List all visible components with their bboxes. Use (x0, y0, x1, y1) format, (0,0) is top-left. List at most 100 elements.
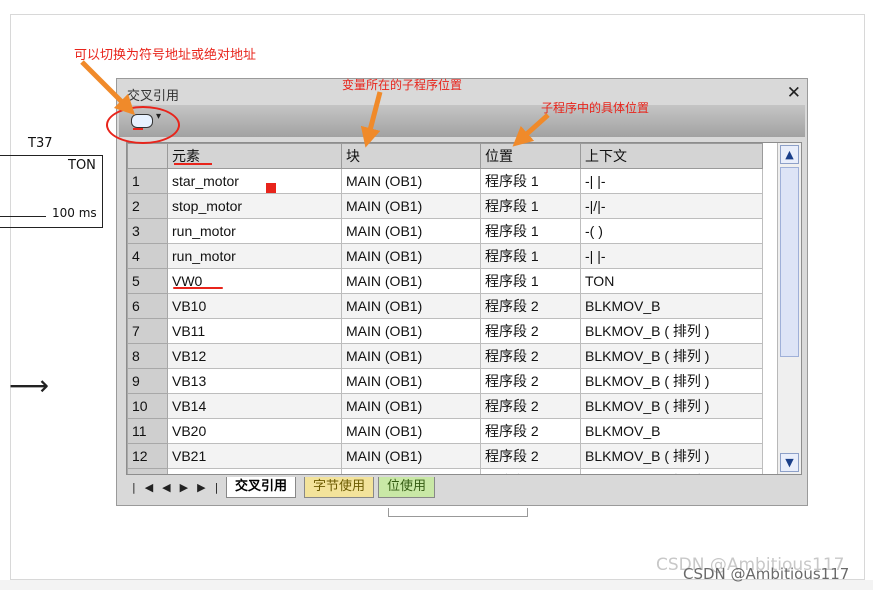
cell-element: VB14 (167, 393, 342, 419)
cell-context: BLKMOV_B (580, 418, 763, 444)
cell-element: VB20 (167, 418, 342, 444)
cell-location: 程序段 1 (480, 193, 581, 219)
cell-location: 程序段 1 (480, 168, 581, 194)
cell-context: BLKMOV_B ( 排列 ) (580, 343, 763, 369)
cell-location: 程序段 1 (480, 268, 581, 294)
first-tab-icon[interactable]: |◀ (132, 481, 162, 494)
table-row[interactable]: 1 star_motor MAIN (OB1) 程序段 1 -| |- (127, 168, 763, 194)
cell-location: 程序段 2 (480, 418, 581, 444)
cell-block: MAIN (OB1) (341, 243, 481, 269)
row-number: 4 (127, 243, 168, 269)
row-number: 12 (127, 443, 168, 469)
cell-context: BLKMOV_B ( 排列 ) (580, 468, 763, 474)
timer-type: TON (68, 158, 96, 173)
cell-context: -| |- (580, 243, 763, 269)
cell-context: TON (580, 268, 763, 294)
annotation-switch-address: 可以切换为符号地址或绝对地址 (74, 48, 257, 63)
row-number: 1 (127, 168, 168, 194)
scroll-down-icon[interactable]: ▼ (780, 453, 799, 472)
close-icon[interactable]: ✕ (787, 83, 801, 103)
cell-context: -| |- (580, 168, 763, 194)
row-number: 11 (127, 418, 168, 444)
cell-location: 程序段 1 (480, 218, 581, 244)
dialog-title: 交叉引用 (127, 89, 180, 104)
timer-pt-line (0, 216, 46, 217)
cell-block: MAIN (OB1) (341, 318, 481, 344)
tab-cross-reference[interactable]: 交叉引用 (226, 477, 297, 498)
coil-symbol-icon: ⟶ (9, 369, 50, 402)
cell-location: 程序段 2 (480, 368, 581, 394)
next-tab-icon[interactable]: ▶ (180, 481, 197, 494)
cell-block: MAIN (OB1) (341, 468, 481, 474)
cell-block: MAIN (OB1) (341, 368, 481, 394)
table-row[interactable]: 3 run_motor MAIN (OB1) 程序段 1 -( ) (127, 218, 763, 244)
cross-reference-dialog: 交叉引用 ✕ ▾ 元素 块 位置 上下文 1 star_motor MAIN (OB… (116, 78, 808, 506)
column-header-location[interactable]: 位置 (480, 143, 581, 169)
scroll-thumb[interactable] (780, 167, 799, 357)
cell-block: MAIN (OB1) (341, 293, 481, 319)
table-row[interactable]: 7 VB11 MAIN (OB1) 程序段 2 BLKMOV_B ( 排列 ) (127, 318, 763, 344)
cell-element: VB10 (167, 293, 342, 319)
watermark: CSDN @Ambitious117 (683, 565, 850, 583)
cell-block: MAIN (OB1) (341, 443, 481, 469)
cell-location: 程序段 2 (480, 293, 581, 319)
cross-reference-table: 元素 块 位置 上下文 1 star_motor MAIN (OB1) 程序段 1 -|… (126, 142, 802, 475)
cell-context: -|/|- (580, 193, 763, 219)
cell-location: 程序段 2 (480, 343, 581, 369)
toolbar: ▾ (119, 105, 805, 137)
row-number: 3 (127, 218, 168, 244)
cell-element: star_motor (167, 168, 342, 194)
cell-block: MAIN (OB1) (341, 268, 481, 294)
table-row[interactable]: 5 VW0 MAIN (OB1) 程序段 1 TON (127, 268, 763, 294)
vertical-scrollbar[interactable]: ▲ ▼ (777, 143, 801, 474)
row-number: 13 (127, 468, 168, 474)
row-number: 2 (127, 193, 168, 219)
table-row[interactable]: 6 VB10 MAIN (OB1) 程序段 2 BLKMOV_B (127, 293, 763, 319)
row-number: 10 (127, 393, 168, 419)
tab-byte-usage[interactable]: 字节使用 (304, 477, 375, 498)
underline-element-header (174, 163, 212, 165)
table-row[interactable]: 11 VB20 MAIN (OB1) 程序段 2 BLKMOV_B (127, 418, 763, 444)
timer-base: 100 ms (52, 206, 97, 220)
column-header-context[interactable]: 上下文 (580, 143, 763, 169)
underline-toolbar (133, 128, 143, 130)
table-row[interactable]: 12 VB21 MAIN (OB1) 程序段 2 BLKMOV_B ( 排列 ) (127, 443, 763, 469)
cell-location: 程序段 2 (480, 393, 581, 419)
table-row[interactable]: 10 VB14 MAIN (OB1) 程序段 2 BLKMOV_B ( 排列 ) (127, 393, 763, 419)
row-number: 7 (127, 318, 168, 344)
cell-element: VB21 (167, 443, 342, 469)
tab-navigation: |◀◀▶▶| (132, 481, 227, 494)
cell-element: VB22 (167, 468, 342, 474)
cell-location: 程序段 1 (480, 243, 581, 269)
annotation-position: 子程序中的具体位置 (541, 101, 650, 115)
row-number-header (127, 143, 168, 169)
underline-vw0 (173, 287, 223, 289)
cell-element: VW0 (167, 268, 342, 294)
cell-context: BLKMOV_B ( 排列 ) (580, 318, 763, 344)
cell-location: 程序段 2 (480, 318, 581, 344)
cell-context: -( ) (580, 218, 763, 244)
underlying-panel-edge (388, 508, 528, 517)
prev-tab-icon[interactable]: ◀ (162, 481, 179, 494)
cell-element: VB12 (167, 343, 342, 369)
cell-block: MAIN (OB1) (341, 218, 481, 244)
tab-bit-usage[interactable]: 位使用 (378, 477, 436, 498)
table-header: 元素 块 位置 上下文 (127, 143, 763, 169)
cell-block: MAIN (OB1) (341, 393, 481, 419)
table-row[interactable]: 13VB22MAIN (OB1)程序段 2BLKMOV_B ( 排列 ) (127, 468, 763, 474)
table-row[interactable]: 2 stop_motor MAIN (OB1) 程序段 1 -|/|- (127, 193, 763, 219)
cell-context: BLKMOV_B (580, 293, 763, 319)
last-tab-icon[interactable]: ▶| (197, 481, 227, 494)
highlight-ellipse (106, 106, 180, 144)
scroll-up-icon[interactable]: ▲ (780, 145, 799, 164)
table-row[interactable]: 8 VB12 MAIN (OB1) 程序段 2 BLKMOV_B ( 排列 ) (127, 343, 763, 369)
cell-context: BLKMOV_B ( 排列 ) (580, 368, 763, 394)
column-header-block[interactable]: 块 (341, 143, 481, 169)
table-row[interactable]: 9 VB13 MAIN (OB1) 程序段 2 BLKMOV_B ( 排列 ) (127, 368, 763, 394)
cell-context: BLKMOV_B ( 排列 ) (580, 443, 763, 469)
table-row[interactable]: 4 run_motor MAIN (OB1) 程序段 1 -| |- (127, 243, 763, 269)
cell-element: VB13 (167, 368, 342, 394)
cell-block: MAIN (OB1) (341, 418, 481, 444)
cell-block: MAIN (OB1) (341, 193, 481, 219)
cell-element: VB11 (167, 318, 342, 344)
